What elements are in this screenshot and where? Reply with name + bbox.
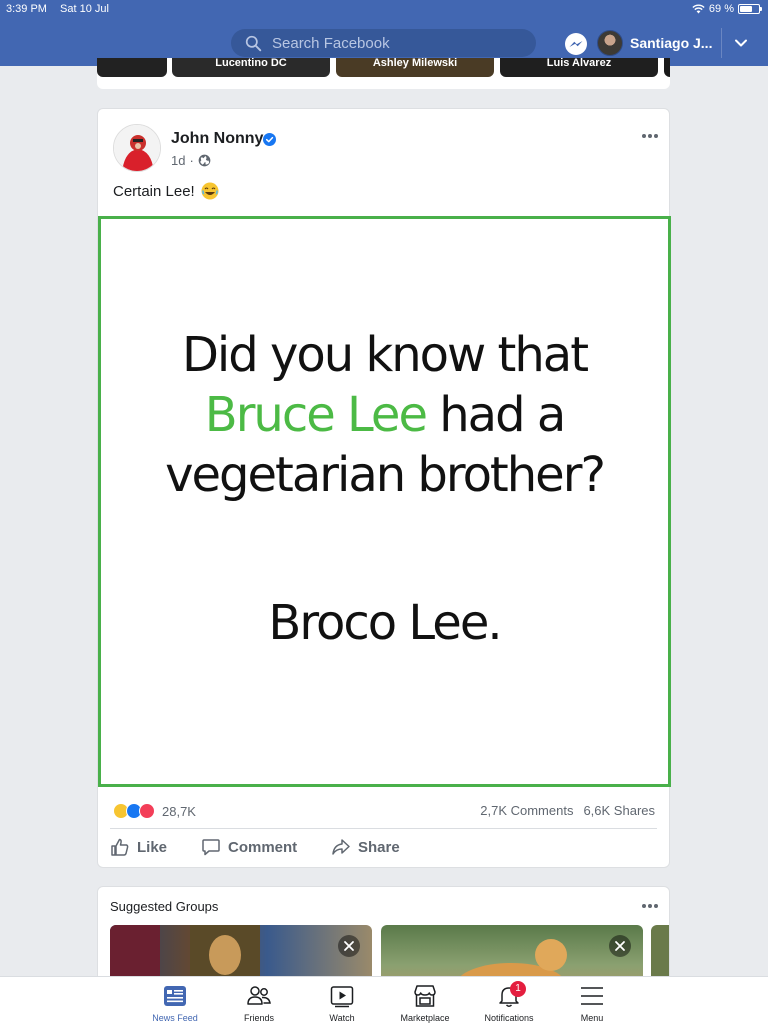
post-meta: 1d · (171, 153, 211, 168)
comments-count[interactable]: 2,7K Comments (480, 803, 573, 818)
top-bar: 3:39 PM Sat 10 Jul 69 % Santiago J... (0, 0, 768, 66)
chevron-down-icon[interactable] (733, 35, 749, 51)
status-time: 3:39 PM (6, 3, 47, 15)
tab-friends[interactable]: Friends (224, 983, 294, 1023)
more-options-icon[interactable] (641, 903, 659, 909)
header-divider (721, 28, 722, 58)
watch-icon (330, 986, 354, 1008)
search-icon (245, 35, 262, 51)
verified-badge-icon (263, 133, 276, 146)
engagement-counts: 2,7K Comments 6,6K Shares (480, 803, 655, 818)
meme-highlight: Bruce Lee (204, 387, 428, 443)
stories-strip: Lucentino DC Ashley Milewski Luis Alvare… (97, 58, 670, 89)
notification-badge: 1 (510, 981, 526, 997)
post-actions: Like Comment Share (98, 837, 669, 863)
tab-label: Marketplace (400, 1013, 450, 1023)
share-icon (332, 839, 350, 855)
globe-icon (198, 154, 211, 167)
story-label: Luis Alvarez (546, 58, 612, 69)
tab-notifications[interactable]: 1 Notifications (474, 981, 544, 1023)
menu-icon (581, 987, 603, 1005)
author-avatar[interactable] (113, 124, 161, 172)
news-feed-icon (164, 986, 186, 1006)
tab-menu[interactable]: Menu (557, 983, 627, 1023)
battery-percent: 69 % (708, 3, 734, 15)
love-reaction-icon (139, 803, 155, 819)
dismiss-button[interactable] (338, 935, 360, 957)
tab-label: Watch (329, 1013, 355, 1023)
meme-line-3: vegetarian brother? (165, 447, 606, 503)
shares-count[interactable]: 6,6K Shares (583, 803, 655, 818)
story-card[interactable] (664, 58, 670, 77)
post-image[interactable]: Did you know that Bruce Lee had a vegeta… (98, 216, 671, 787)
tab-watch[interactable]: Watch (307, 983, 377, 1023)
story-card[interactable] (97, 58, 167, 77)
tab-news-feed[interactable]: News Feed (140, 983, 210, 1023)
close-icon (344, 941, 354, 951)
marketplace-icon (414, 985, 436, 1007)
like-label: Like (137, 838, 168, 856)
tab-label: Friends (243, 1013, 274, 1023)
search-bar[interactable] (231, 29, 536, 57)
author-photo (114, 125, 160, 171)
post-caption: Certain Lee! (113, 182, 219, 200)
comment-icon (202, 839, 220, 856)
messenger-icon[interactable] (564, 32, 588, 56)
meme-line-2: Bruce Lee had a (101, 387, 668, 443)
divider (110, 828, 657, 829)
share-button[interactable]: Share (331, 837, 400, 857)
tab-label: News Feed (152, 1013, 198, 1023)
section-title: Suggested Groups (110, 899, 219, 914)
friends-icon (247, 986, 271, 1005)
story-label: Lucentino DC (215, 58, 287, 69)
meme-line-1: Did you know that (181, 327, 589, 383)
laughing-emoji-icon (201, 182, 219, 200)
battery-icon (738, 4, 762, 14)
post-time[interactable]: 1d (171, 153, 185, 168)
search-input[interactable] (272, 34, 512, 52)
close-icon (615, 941, 625, 951)
status-bar: 3:39 PM Sat 10 Jul 69 % (6, 3, 762, 17)
comment-label: Comment (228, 838, 298, 856)
story-card[interactable]: Luis Alvarez (500, 58, 658, 77)
status-date: Sat 10 Jul (60, 3, 109, 15)
share-label: Share (358, 838, 400, 856)
wifi-icon (692, 4, 705, 14)
dismiss-button[interactable] (609, 935, 631, 957)
comment-button[interactable]: Comment (201, 837, 297, 857)
post-text: Certain Lee! (113, 182, 195, 200)
reactions-summary[interactable]: 28,7K (113, 803, 196, 819)
meme-line-2-rest: had a (426, 387, 566, 443)
more-options-icon[interactable] (641, 133, 659, 139)
post-card: John Nonny 1d · Certain Lee! Did you kno… (97, 108, 671, 868)
story-card[interactable]: Lucentino DC (172, 58, 330, 77)
meta-separator: · (189, 153, 194, 168)
post-author[interactable]: John Nonny (171, 130, 263, 148)
story-card[interactable]: Ashley Milewski (336, 58, 494, 77)
tab-label: Notifications (484, 1013, 534, 1023)
meme-punchline: Broco Lee. (268, 595, 502, 651)
profile-name[interactable]: Santiago J... (630, 35, 712, 51)
bottom-tab-bar: News Feed Friends Watch Marketplace 1 No… (0, 976, 768, 1024)
tab-label: Menu (580, 1013, 604, 1023)
tab-marketplace[interactable]: Marketplace (390, 983, 460, 1023)
reaction-count: 28,7K (162, 803, 196, 819)
profile-avatar[interactable] (597, 30, 623, 56)
story-label: Ashley Milewski (372, 58, 458, 69)
like-button[interactable]: Like (110, 837, 167, 857)
thumbs-up-icon (111, 838, 129, 856)
